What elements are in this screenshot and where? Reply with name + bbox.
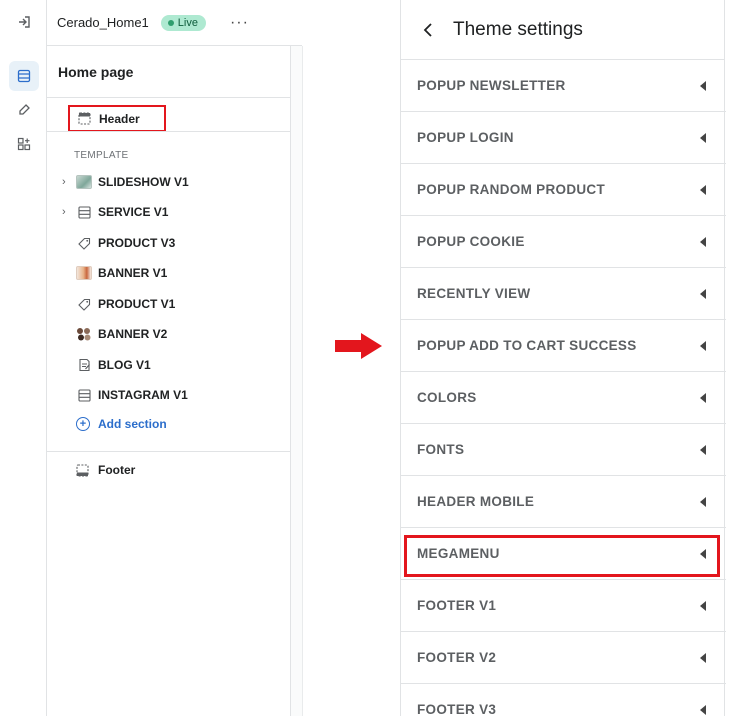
divider [47, 451, 291, 452]
settings-item-label: FONTS [417, 442, 465, 457]
settings-item-footer-v2[interactable]: FOOTER V2 [401, 632, 726, 684]
settings-item-footer-v3[interactable]: FOOTER V3 [401, 684, 726, 716]
section-item-banner-v2[interactable]: BANNER V2 [47, 322, 291, 346]
settings-item-popup-random-product[interactable]: POPUP RANDOM PRODUCT [401, 164, 726, 216]
section-icon [76, 204, 92, 220]
section-label: PRODUCT V1 [98, 297, 176, 311]
page-sections-panel: Home page Header TEMPLATE › SLIDESHOW V1… [47, 46, 291, 716]
caret-left-icon [700, 392, 706, 403]
page-title: Home page [47, 46, 290, 98]
caret-left-icon [700, 496, 706, 507]
settings-item-label: POPUP ADD TO CART SUCCESS [417, 338, 637, 353]
settings-item-label: POPUP RANDOM PRODUCT [417, 182, 606, 197]
theme-brush-icon[interactable] [9, 95, 39, 125]
red-arrow-icon [335, 333, 382, 359]
settings-item-label: COLORS [417, 390, 477, 405]
section-item-slideshow-v1[interactable]: › SLIDESHOW V1 [47, 170, 291, 194]
settings-item-header-mobile[interactable]: HEADER MOBILE [401, 476, 726, 528]
store-name[interactable]: Cerado_Home1 [57, 15, 149, 30]
settings-item-popup-cookie[interactable]: POPUP COOKIE [401, 216, 726, 268]
settings-item-label: FOOTER V1 [417, 598, 497, 613]
section-item-blog-v1[interactable]: BLOG V1 [47, 353, 291, 377]
settings-item-footer-v1[interactable]: FOOTER V1 [401, 580, 726, 632]
settings-item-label: POPUP NEWSLETTER [417, 78, 566, 93]
caret-left-icon [700, 132, 706, 143]
caret-left-icon [700, 444, 706, 455]
caret-left-icon [700, 704, 706, 715]
footer-label: Footer [98, 463, 136, 477]
header-layout-icon [78, 112, 92, 126]
section-item-banner-v1[interactable]: BANNER V1 [47, 261, 291, 285]
caret-left-icon [700, 652, 706, 663]
tag-icon [76, 296, 92, 312]
settings-item-label: MEGAMENU [417, 546, 500, 561]
section-label: BANNER V2 [98, 327, 168, 341]
settings-item-label: POPUP LOGIN [417, 130, 514, 145]
add-section-label: Add section [98, 417, 167, 431]
header-section-item[interactable]: Header [68, 105, 166, 132]
section-label: BLOG V1 [98, 358, 151, 372]
section-label: PRODUCT V3 [98, 236, 176, 250]
theme-settings-panel: Theme settings POPUP NEWSLETTER POPUP LO… [400, 0, 726, 716]
section-item-service-v1[interactable]: › SERVICE V1 [47, 200, 291, 224]
sidebar-rail [0, 0, 47, 716]
template-heading: TEMPLATE [74, 150, 129, 161]
status-badge: Live [160, 14, 206, 31]
section-item-product-v1[interactable]: PRODUCT V1 [47, 292, 291, 316]
image-thumbnail-icon [76, 174, 92, 190]
image-thumbnail-icon [76, 265, 92, 281]
more-actions-button[interactable]: ··· [230, 14, 249, 30]
caret-left-icon [700, 184, 706, 195]
footer-layout-icon [76, 463, 90, 477]
section-item-product-v3[interactable]: PRODUCT V3 [47, 231, 291, 255]
header-label: Header [99, 111, 140, 126]
settings-item-label: FOOTER V3 [417, 702, 497, 716]
section-label: INSTAGRAM V1 [98, 388, 188, 402]
settings-title: Theme settings [453, 18, 583, 40]
section-item-instagram-v1[interactable]: INSTAGRAM V1 [47, 383, 291, 407]
caret-left-icon [700, 80, 706, 91]
chevron-right-icon[interactable]: › [62, 176, 70, 188]
blog-icon [76, 357, 92, 373]
plus-circle-icon: + [76, 417, 90, 431]
live-dot-icon [167, 19, 174, 26]
settings-item-label: RECENTLY VIEW [417, 286, 531, 301]
settings-item-fonts[interactable]: FONTS [401, 424, 726, 476]
divider [47, 131, 291, 132]
caret-left-icon [700, 236, 706, 247]
settings-item-label: FOOTER V2 [417, 650, 497, 665]
settings-header: Theme settings [401, 0, 724, 60]
tag-icon [76, 235, 92, 251]
settings-item-megamenu[interactable]: MEGAMENU [401, 528, 726, 580]
image-thumbnail-icon [76, 326, 92, 342]
sections-icon[interactable] [9, 61, 39, 91]
caret-left-icon [700, 600, 706, 611]
settings-item-label: HEADER MOBILE [417, 494, 535, 509]
settings-item-colors[interactable]: COLORS [401, 372, 726, 424]
settings-item-label: POPUP COOKIE [417, 234, 525, 249]
caret-left-icon [700, 548, 706, 559]
settings-item-popup-newsletter[interactable]: POPUP NEWSLETTER [401, 60, 726, 112]
section-label: BANNER V1 [98, 266, 168, 280]
panel-scrollbar[interactable] [291, 46, 303, 716]
settings-item-recently-view[interactable]: RECENTLY VIEW [401, 268, 726, 320]
back-arrow-icon[interactable] [423, 20, 437, 40]
editor-topbar: Cerado_Home1 Live ··· [47, 0, 302, 46]
chevron-right-icon[interactable]: › [62, 206, 70, 218]
section-label: SERVICE V1 [98, 205, 169, 219]
caret-left-icon [700, 340, 706, 351]
settings-item-popup-login[interactable]: POPUP LOGIN [401, 112, 726, 164]
settings-item-popup-add-to-cart-success[interactable]: POPUP ADD TO CART SUCCESS [401, 320, 726, 372]
status-badge-label: Live [177, 16, 198, 29]
section-icon [76, 387, 92, 403]
add-section-button[interactable]: + Add section [76, 417, 167, 431]
apps-icon[interactable] [9, 129, 39, 159]
footer-section-item[interactable]: Footer [76, 463, 135, 477]
exit-icon[interactable] [14, 12, 34, 32]
caret-left-icon [700, 288, 706, 299]
section-label: SLIDESHOW V1 [98, 175, 189, 189]
